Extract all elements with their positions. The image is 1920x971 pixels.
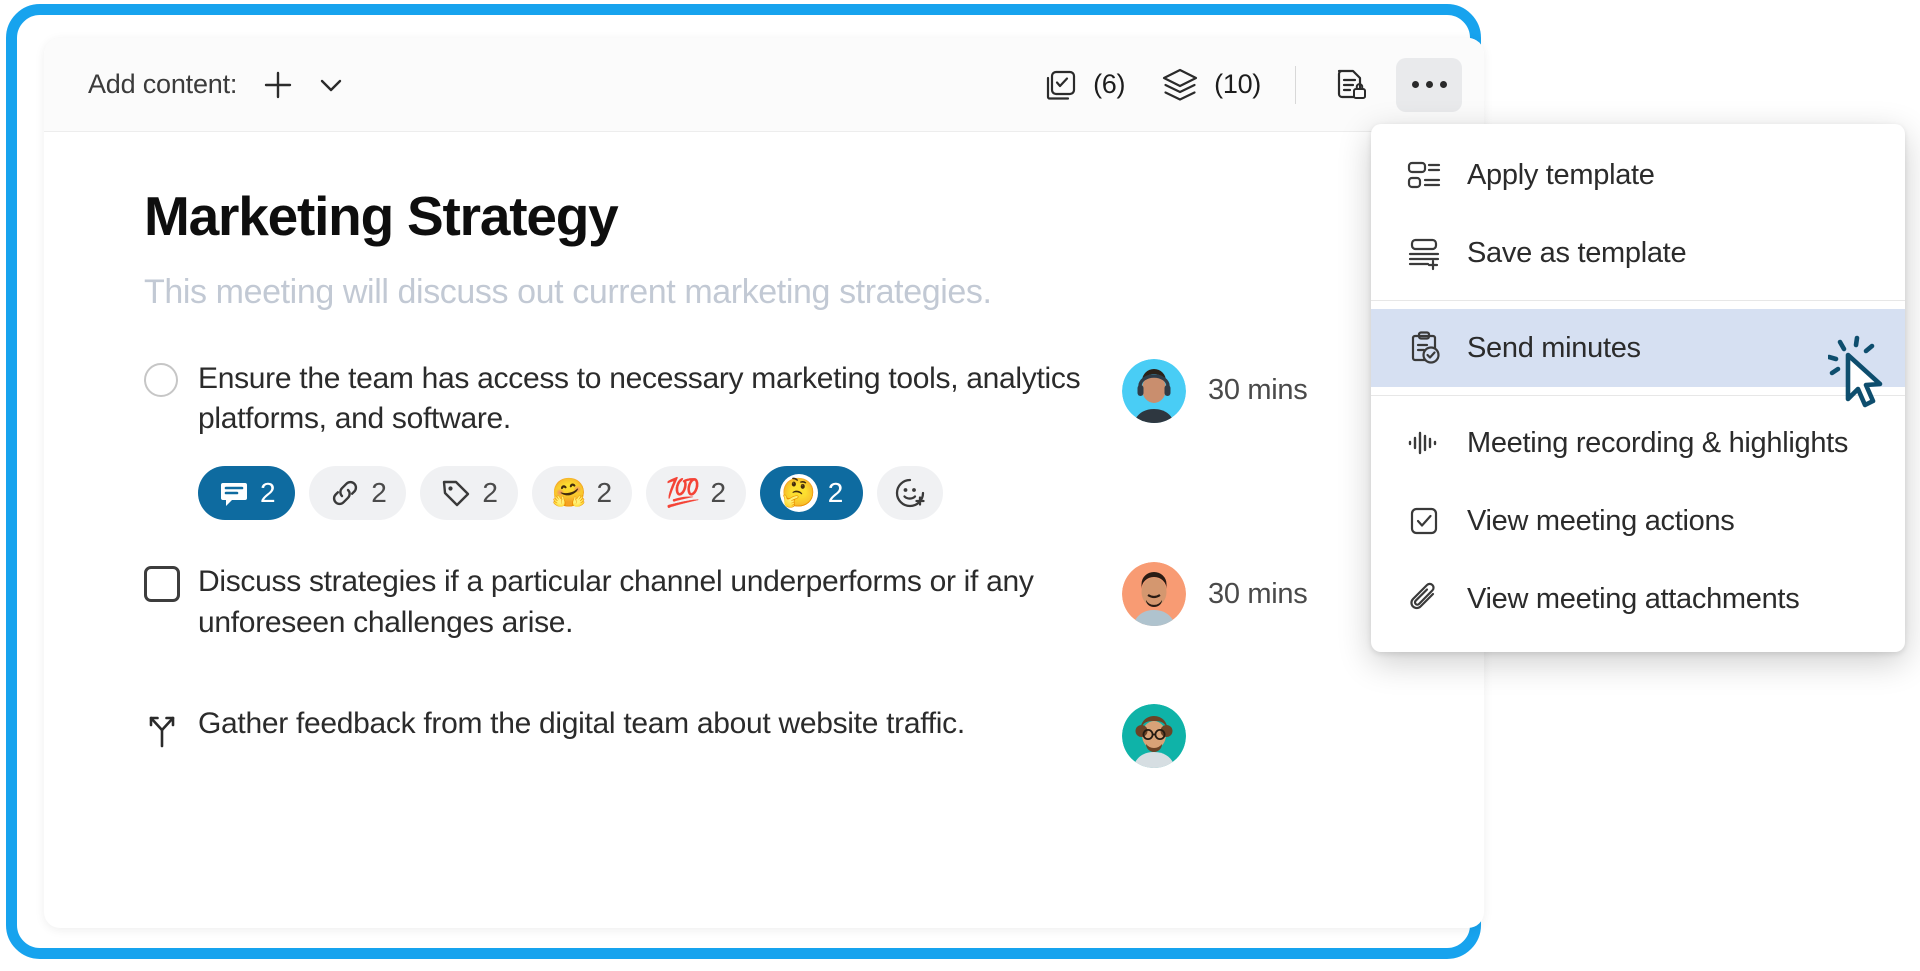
- avatar[interactable]: [1122, 562, 1186, 627]
- menu-item-label: Save as template: [1467, 236, 1687, 269]
- clipboard-check-icon: [1405, 329, 1443, 367]
- agenda-item-text: Ensure the team has access to necessary …: [198, 361, 1081, 436]
- tag-icon: [440, 477, 472, 509]
- reaction-chip-hug[interactable]: 🤗 2: [531, 466, 632, 521]
- save-template-icon: [1405, 234, 1443, 272]
- menu-item-apply-template[interactable]: Apply template: [1371, 136, 1905, 214]
- agenda-item-text: Gather feedback from the digital team ab…: [198, 706, 965, 740]
- add-reaction-button[interactable]: [876, 466, 943, 521]
- document-body: Marketing Strategy This meeting will dis…: [44, 132, 1484, 768]
- more-dot: [1439, 81, 1447, 88]
- emoji-thinking-icon: 🤔: [781, 477, 817, 509]
- paperclip-icon: [1405, 580, 1443, 618]
- page-subtitle: This meeting will discuss out current ma…: [144, 272, 992, 311]
- screenshot-root: Add content: (6) (10) Marketing Strategy…: [0, 0, 1920, 971]
- meeting-layers-counter[interactable]: (10): [1159, 64, 1261, 106]
- menu-item-view-meeting-attachments[interactable]: View meeting attachments: [1371, 560, 1905, 638]
- agenda-item: Ensure the team has access to necessary …: [144, 357, 1424, 441]
- agenda-item: Discuss strategies if a particular chann…: [144, 560, 1424, 644]
- menu-item-label: Send minutes: [1467, 331, 1641, 364]
- square-unchecked-icon[interactable]: [144, 566, 180, 603]
- agenda-item-text: Discuss strategies if a particular chann…: [198, 565, 1034, 639]
- plus-icon[interactable]: [261, 68, 295, 102]
- agenda-marker: [144, 560, 198, 603]
- agenda-item-meta: 30 mins: [1122, 560, 1352, 627]
- agenda-item-duration: 30 mins: [1208, 577, 1308, 610]
- reaction-count: 2: [482, 477, 498, 509]
- document-lock-icon[interactable]: [1326, 62, 1372, 108]
- agenda-item-meta: 30 mins: [1122, 357, 1352, 423]
- reaction-count: 2: [596, 477, 612, 509]
- meeting-layers-count: (10): [1214, 69, 1261, 99]
- menu-item-send-minutes[interactable]: Send minutes: [1371, 309, 1905, 387]
- decision-branch-icon[interactable]: [144, 708, 180, 748]
- menu-item-label: Apply template: [1467, 158, 1655, 191]
- page-title: Marketing Strategy: [144, 185, 619, 247]
- chevron-down-icon[interactable]: [315, 69, 347, 101]
- more-dot: [1425, 81, 1433, 88]
- menu-item-label: Meeting recording & highlights: [1467, 426, 1849, 459]
- reaction-count: 2: [260, 477, 276, 509]
- agenda-item-duration: 30 mins: [1208, 374, 1308, 407]
- waveform-icon: [1405, 424, 1443, 462]
- reaction-chip-thinking[interactable]: 🤔 2: [759, 466, 863, 521]
- reaction-chip-link[interactable]: 2: [309, 466, 407, 521]
- reaction-chip-tag[interactable]: 2: [420, 466, 518, 521]
- apply-template-icon: [1405, 156, 1443, 194]
- comment-icon: [218, 477, 250, 509]
- reaction-chip-list: 2 2 2 🤗 2 💯 2 🤔 2: [198, 466, 1424, 521]
- meeting-actions-count: (6): [1093, 69, 1126, 99]
- reaction-count: 2: [827, 477, 844, 509]
- agenda-item-meta: [1122, 702, 1352, 768]
- link-icon: [329, 477, 361, 509]
- avatar[interactable]: [1122, 358, 1186, 423]
- circle-unchecked-icon[interactable]: [144, 362, 178, 397]
- add-content-label: Add content:: [88, 69, 238, 99]
- menu-separator: [1371, 395, 1905, 396]
- checkbox-copy-icon: [1040, 65, 1080, 105]
- agenda-item: Gather feedback from the digital team ab…: [144, 702, 1424, 768]
- reaction-chip-hundred[interactable]: 💯 2: [645, 466, 746, 521]
- document-toolbar: Add content: (6) (10): [44, 38, 1484, 132]
- reaction-count: 2: [371, 477, 387, 509]
- agenda-marker: [144, 702, 198, 748]
- more-dot: [1411, 81, 1419, 88]
- avatar[interactable]: [1122, 703, 1186, 768]
- emoji-hug-icon: 🤗: [551, 477, 587, 509]
- more-options-menu: Apply template Save as template Send min…: [1371, 124, 1905, 652]
- menu-item-save-as-template[interactable]: Save as template: [1371, 214, 1905, 292]
- reaction-chip-comment[interactable]: 2: [198, 466, 296, 521]
- menu-item-label: View meeting attachments: [1467, 582, 1800, 615]
- more-options-button[interactable]: [1396, 57, 1462, 112]
- menu-separator: [1371, 300, 1905, 301]
- agenda-marker: [144, 357, 198, 397]
- emoji-hundred-icon: 💯: [665, 477, 701, 509]
- meeting-actions-counter[interactable]: (6): [1040, 65, 1125, 105]
- layers-icon: [1159, 64, 1201, 106]
- add-reaction-icon: [893, 476, 927, 510]
- emoji-thinking-wrap: 🤔: [779, 474, 818, 513]
- menu-item-view-meeting-actions[interactable]: View meeting actions: [1371, 482, 1905, 560]
- reaction-count: 2: [710, 477, 727, 509]
- menu-item-label: View meeting actions: [1467, 504, 1735, 537]
- checkbox-icon: [1405, 502, 1443, 540]
- toolbar-divider: [1295, 65, 1296, 104]
- meeting-document-card: Add content: (6) (10) Marketing Strategy…: [44, 38, 1484, 928]
- menu-item-meeting-recording[interactable]: Meeting recording & highlights: [1371, 404, 1905, 482]
